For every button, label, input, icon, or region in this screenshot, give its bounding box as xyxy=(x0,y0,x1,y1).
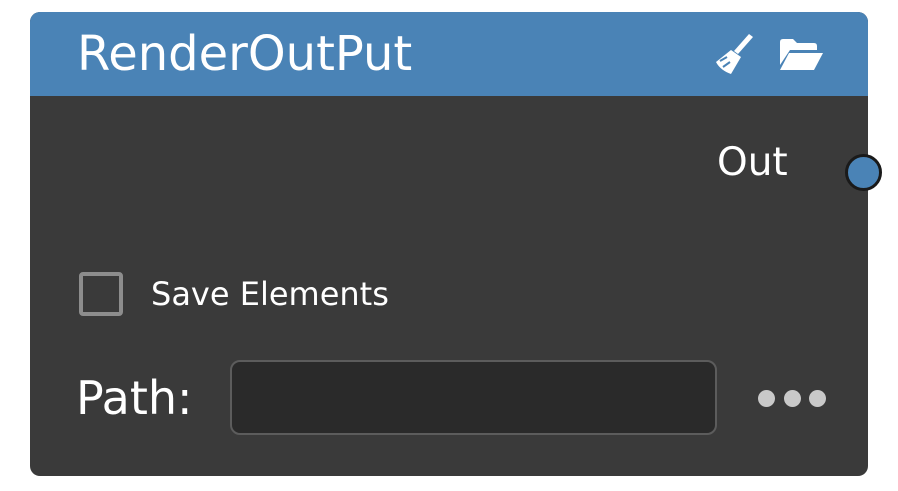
ellipsis-dot xyxy=(758,389,775,407)
node-header[interactable]: RenderOutPut xyxy=(30,12,868,96)
browse-path-button[interactable] xyxy=(758,386,826,410)
folder-open-icon[interactable] xyxy=(778,32,824,76)
ellipsis-dot xyxy=(783,389,801,407)
node-title: RenderOutPut xyxy=(77,26,413,82)
save-elements-row[interactable]: Save Elements xyxy=(79,272,389,316)
output-port[interactable] xyxy=(845,154,882,191)
output-port-label: Out xyxy=(717,140,788,185)
path-label: Path: xyxy=(76,371,193,425)
clear-brush-icon[interactable] xyxy=(711,32,757,76)
save-elements-label: Save Elements xyxy=(151,275,389,313)
ellipsis-dot xyxy=(809,389,826,407)
save-elements-checkbox[interactable] xyxy=(79,272,123,316)
path-input[interactable] xyxy=(230,360,717,435)
